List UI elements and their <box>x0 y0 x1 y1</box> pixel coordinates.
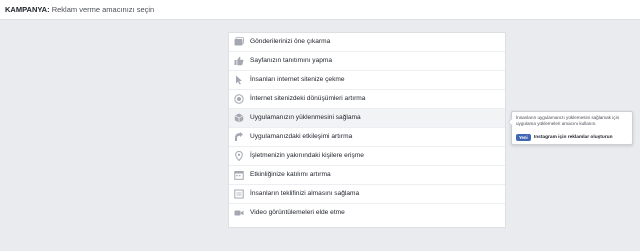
instagram-ads-link[interactable]: Instagram için reklamlar oluşturun <box>534 135 613 140</box>
objective-label: Gönderilerinizi öne çıkarma <box>250 38 331 45</box>
tooltip-action-row: Yeni Instagram için reklamlar oluşturun <box>516 134 613 141</box>
objective-website-conversions[interactable]: İnternet sitenizdeki dönüşümleri artırma <box>229 90 505 109</box>
objective-label: Etkinliğinize katılımı artırma <box>250 171 331 178</box>
campaign-label: KAMPANYA: <box>5 5 50 14</box>
objective-website-clicks[interactable]: İnsanları internet sitenize çekme <box>229 71 505 90</box>
app-engagement-icon <box>234 132 244 142</box>
objective-list: Gönderilerinizi öne çıkarma Sayfanızın t… <box>228 32 506 228</box>
cursor-icon <box>234 75 244 85</box>
post-boost-icon <box>234 37 244 47</box>
objective-video-views[interactable]: Video görüntülemeleri elde etme <box>229 204 505 223</box>
objective-promote-page[interactable]: Sayfanızın tanıtımını yapma <box>229 52 505 71</box>
objective-offer-claims[interactable]: İnsanların teklifinizi almasını sağlama <box>229 185 505 204</box>
objective-boost-posts[interactable]: Gönderilerinizi öne çıkarma <box>229 33 505 52</box>
objective-app-installs[interactable]: Uygulamanızın yüklenmesini sağlama <box>229 109 505 128</box>
objective-label: Uygulamanızdaki etkileşimi artırma <box>250 133 353 140</box>
objective-tooltip: İnsanların uygulamanızı yüklemesini sağl… <box>508 111 633 145</box>
new-badge: Yeni <box>516 134 531 141</box>
objective-local-awareness[interactable]: İşletmenizin yakınındaki kişilere erişme <box>229 147 505 166</box>
video-camera-icon <box>234 208 244 218</box>
objective-label: Video görüntülemeleri elde etme <box>250 209 345 216</box>
thumbs-up-icon <box>234 56 244 66</box>
location-pin-icon <box>234 151 244 161</box>
objective-label: İnsanları internet sitenize çekme <box>250 76 345 83</box>
offer-tag-icon <box>234 189 244 199</box>
objective-label: İşletmenizin yakınındaki kişilere erişme <box>250 152 364 159</box>
app-cube-icon <box>234 113 244 123</box>
objective-app-engagement[interactable]: Uygulamanızdaki etkileşimi artırma <box>229 128 505 147</box>
tooltip-description: İnsanların uygulamanızı yüklemesini sağl… <box>516 115 620 126</box>
globe-icon <box>234 94 244 104</box>
objective-label: İnsanların teklifinizi almasını sağlama <box>250 190 360 197</box>
campaign-header: KAMPANYA: Reklam verme amacınızı seçin <box>0 0 640 20</box>
objective-event-responses[interactable]: Etkinliğinize katılımı artırma <box>229 166 505 185</box>
campaign-subtitle: Reklam verme amacınızı seçin <box>51 5 155 14</box>
calendar-icon <box>234 170 244 180</box>
objective-label: İnternet sitenizdeki dönüşümleri artırma <box>250 95 366 102</box>
objective-label: Sayfanızın tanıtımını yapma <box>250 57 333 64</box>
objective-label: Uygulamanızın yüklenmesini sağlama <box>250 114 361 121</box>
